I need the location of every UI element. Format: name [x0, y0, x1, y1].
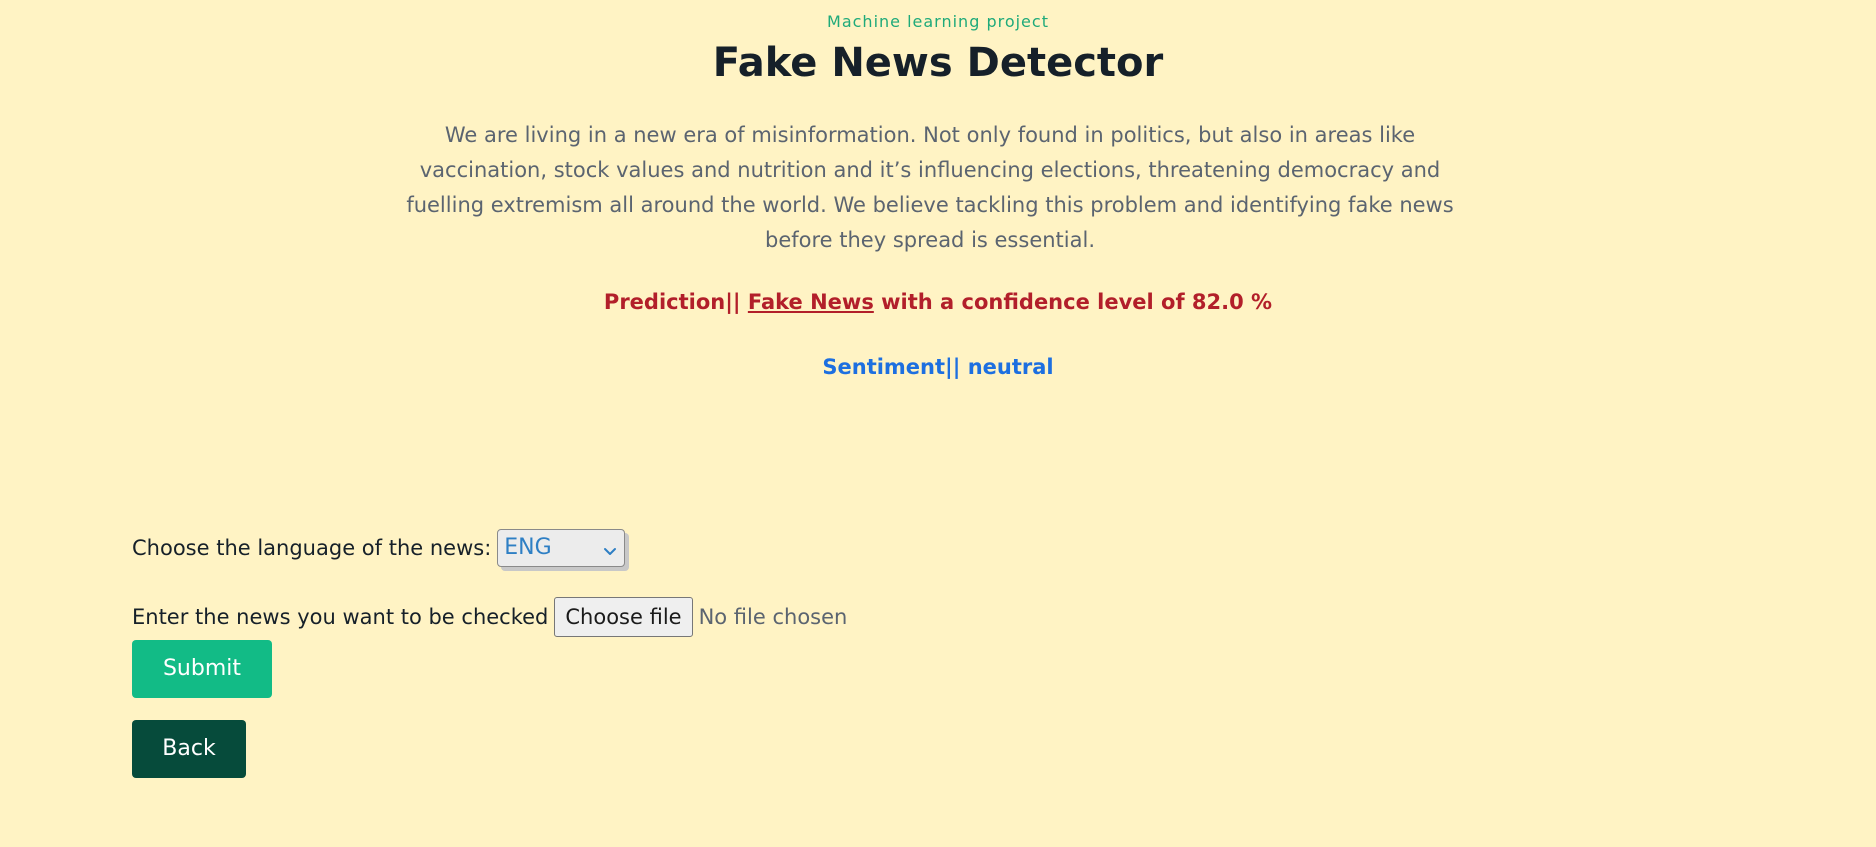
prediction-prefix: Prediction||: [603, 290, 748, 314]
prediction-suffix: with a confidence level of 82.0 %: [873, 290, 1273, 314]
submit-button[interactable]: Submit: [132, 640, 272, 698]
news-form: Choose the language of the news: ENG Ent…: [132, 525, 847, 778]
intro-paragraph: We are living in a new era of misinforma…: [406, 123, 1454, 252]
sentiment-result: Sentiment|| neutral: [822, 355, 1054, 379]
file-label: Enter the news you want to be checked: [132, 605, 549, 629]
choose-file-button[interactable]: Choose file: [554, 597, 693, 637]
prediction-result: Prediction|| Fake News with a confidence…: [0, 290, 1876, 314]
chevron-down-icon: [602, 540, 618, 556]
prediction-link[interactable]: Fake News: [748, 290, 874, 314]
language-row: Choose the language of the news: ENG: [132, 525, 847, 570]
language-select[interactable]: ENG: [497, 528, 626, 567]
project-eyebrow: Machine learning project: [827, 12, 1049, 31]
language-label: Choose the language of the news:: [132, 535, 492, 560]
back-button[interactable]: Back: [132, 720, 246, 778]
language-selected-value: ENG: [504, 535, 552, 560]
file-status: No file chosen: [698, 605, 848, 629]
file-row: Enter the news you want to be checked Ch…: [132, 597, 848, 637]
page-title: Fake News Detector: [712, 40, 1164, 86]
